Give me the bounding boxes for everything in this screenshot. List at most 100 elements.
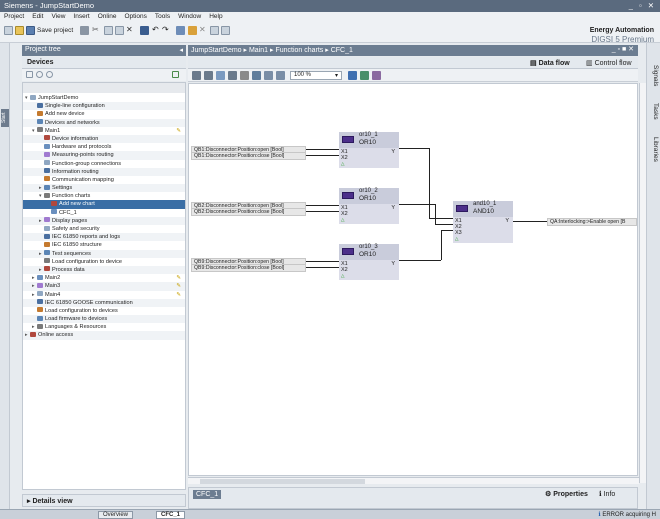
print-icon[interactable] <box>80 26 89 35</box>
copy-icon[interactable] <box>104 26 113 35</box>
tree-item-load-configuration-to-devices[interactable]: Load configuration to devices <box>23 307 185 315</box>
menu-item-insert[interactable]: Insert <box>69 12 93 21</box>
tree-item-communication-mapping[interactable]: Communication mapping <box>23 176 185 184</box>
compile-icon[interactable] <box>140 26 149 35</box>
forward-icon[interactable] <box>46 71 53 78</box>
undo-icon[interactable]: ↶ <box>152 25 159 34</box>
split-editor-horizontal-icon[interactable] <box>210 26 219 35</box>
tree-item-iec-61850-goose-communication[interactable]: IEC 61850 GOOSE communication <box>23 298 185 307</box>
input-signal-or10-2-2[interactable]: QB2:Disconnector:Position:close [Bool] <box>191 208 306 216</box>
details-view-toggle[interactable]: ▸ Details view <box>22 494 186 507</box>
horizontal-scroll-thumb[interactable] <box>200 479 365 484</box>
menu-item-online[interactable]: Online <box>94 12 121 21</box>
tree-item-device-information[interactable]: Device information <box>23 134 185 144</box>
editor-window-controls[interactable]: _ ▫ ■ ✕ <box>612 45 634 53</box>
cfc-canvas[interactable]: or10_1 OR10 X1 X2 Y △ QB1:Disconnector:Positio… <box>188 83 638 476</box>
menu-item-edit[interactable]: Edit <box>28 12 47 21</box>
output-pin-y[interactable]: Y <box>391 205 395 211</box>
route-icon[interactable] <box>240 71 249 80</box>
menu-item-options[interactable]: Options <box>120 12 150 21</box>
menu-item-project[interactable]: Project <box>0 12 28 21</box>
output-pin-y[interactable]: Y <box>391 261 395 267</box>
cfc-task-button[interactable]: CFC_1 <box>156 511 186 519</box>
paragraph-icon[interactable] <box>252 71 261 80</box>
tree-item-information-routing[interactable]: Information routing <box>23 167 185 176</box>
tree-item-main4[interactable]: ▸ Main4 ✎ <box>23 291 185 299</box>
libraries-tab[interactable]: Libraries <box>649 137 659 162</box>
tree-item-display-pages[interactable]: ▸ Display pages <box>23 216 185 225</box>
tree-item-cfc-1[interactable]: CFC_1 <box>23 209 185 217</box>
tree-item-hardware-and-protocols[interactable]: Hardware and protocols <box>23 143 185 151</box>
vertical-scrollbar[interactable] <box>639 83 646 483</box>
output-signal-and10-1[interactable]: QA:Interlocking:>Enable open [B <box>547 218 637 226</box>
signals-tab[interactable]: Signals <box>649 65 659 86</box>
tree-item-measuring-points-routing[interactable]: Measuring-points routing <box>23 151 185 160</box>
paste-icon[interactable] <box>115 26 124 35</box>
horizontal-scrollbar[interactable] <box>188 477 639 484</box>
load-to-device-icon[interactable] <box>176 26 185 35</box>
tree-item-devices-and-networks[interactable]: Devices and networks <box>23 118 185 127</box>
window-controls[interactable]: _ ▫ ✕ <box>629 1 656 10</box>
back-icon[interactable] <box>36 71 43 78</box>
collapse-tree-icon[interactable]: ◂ <box>179 46 183 54</box>
inspector-tab[interactable]: CFC_1 <box>193 490 222 499</box>
new-item-icon[interactable] <box>26 71 33 78</box>
output-pin-y[interactable]: Y <box>391 149 395 155</box>
tree-item-load-firmware-to-devices[interactable]: Load firmware to devices <box>23 315 185 324</box>
zoom-in-icon[interactable] <box>264 71 273 80</box>
tree-item-test-sequences[interactable]: ▸ Test sequences <box>23 249 185 258</box>
overview-view-icon[interactable] <box>204 71 213 80</box>
input-signal-or10-1-2[interactable]: QB1:Disconnector:Position:close [Bool] <box>191 152 306 160</box>
sheet-view-icon[interactable] <box>192 71 201 80</box>
tab-control-flow[interactable]: ▥ Control flow <box>586 59 632 67</box>
go-online-icon[interactable] <box>188 26 197 35</box>
menu-item-window[interactable]: Window <box>174 12 205 21</box>
zoom-select[interactable]: 100 % ▾ <box>290 71 342 80</box>
zoom-selection-icon[interactable] <box>360 71 369 80</box>
overview-task-button[interactable]: Overview <box>98 511 134 519</box>
output-pin-y[interactable]: Y <box>505 218 509 224</box>
sequence-icon[interactable] <box>372 71 381 80</box>
fit-to-window-icon[interactable] <box>348 71 357 80</box>
input-signal-or10-3-2[interactable]: QB9:Disconnector:Position:close [Bool] <box>191 264 306 272</box>
tree-item-main3[interactable]: ▸ Main3 ✎ <box>23 282 185 291</box>
devices-tab[interactable]: Devices <box>22 57 186 69</box>
tree-item-online-access[interactable]: ▸ Online access <box>23 331 185 340</box>
start-tab[interactable]: Start <box>1 109 9 127</box>
tab-data-flow[interactable]: ▤ Data flow <box>530 59 570 67</box>
tree-item-function-charts[interactable]: ▾ Function charts <box>23 192 185 200</box>
tree-item-process-data[interactable]: ▸ Process data <box>23 265 185 275</box>
open-project-icon[interactable] <box>15 26 24 35</box>
delete-icon[interactable]: ✕ <box>126 25 133 34</box>
redo-icon[interactable]: ↷ <box>162 25 169 34</box>
split-editor-vertical-icon[interactable] <box>221 26 230 35</box>
save-icon[interactable] <box>26 26 35 35</box>
tree-item-load-configuration-to-device[interactable]: Load configuration to device <box>23 258 185 266</box>
tree-item-main1[interactable]: ▾ Main1 ✎ <box>23 127 185 135</box>
cut-icon[interactable]: ✂ <box>92 25 99 34</box>
tree-item-function-group-connections[interactable]: Function-group connections <box>23 160 185 168</box>
tree-item-iec-61850-reports-and-logs[interactable]: IEC 61850 reports and logs <box>23 233 185 242</box>
overview-icon[interactable] <box>172 71 179 78</box>
tree-item-iec-61850-structure[interactable]: IEC 61850 structure <box>23 241 185 249</box>
zoom-out-icon[interactable] <box>276 71 285 80</box>
info-tab[interactable]: ℹ Info <box>599 490 615 498</box>
tree-item-add-new-chart[interactable]: Add new chart <box>23 200 185 209</box>
tasks-tab[interactable]: Tasks <box>649 103 659 120</box>
tree-item-settings[interactable]: ▸ Settings <box>23 184 185 193</box>
go-offline-icon[interactable]: ✕ <box>199 25 206 34</box>
menu-item-tools[interactable]: Tools <box>151 12 174 21</box>
grid-icon[interactable] <box>216 71 225 80</box>
save-project-button[interactable]: Save project <box>37 27 73 34</box>
menu-item-help[interactable]: Help <box>205 12 226 21</box>
layout-icon[interactable] <box>228 71 237 80</box>
tree-item-languages-resources[interactable]: ▸ Languages & Resources <box>23 323 185 331</box>
breadcrumb[interactable]: JumpStartDemo ▸ Main1 ▸ Function charts … <box>191 47 353 54</box>
tree-item-safety-and-security[interactable]: Safety and security <box>23 225 185 233</box>
menu-item-view[interactable]: View <box>47 12 69 21</box>
new-project-icon[interactable] <box>4 26 13 35</box>
tree-item-single-line-configuration[interactable]: Single-line configuration <box>23 102 185 111</box>
tree-item-main2[interactable]: ▸ Main2 ✎ <box>23 274 185 282</box>
tree-item-add-new-device[interactable]: Add new device <box>23 110 185 118</box>
properties-tab[interactable]: ⚙ Properties <box>545 490 588 498</box>
